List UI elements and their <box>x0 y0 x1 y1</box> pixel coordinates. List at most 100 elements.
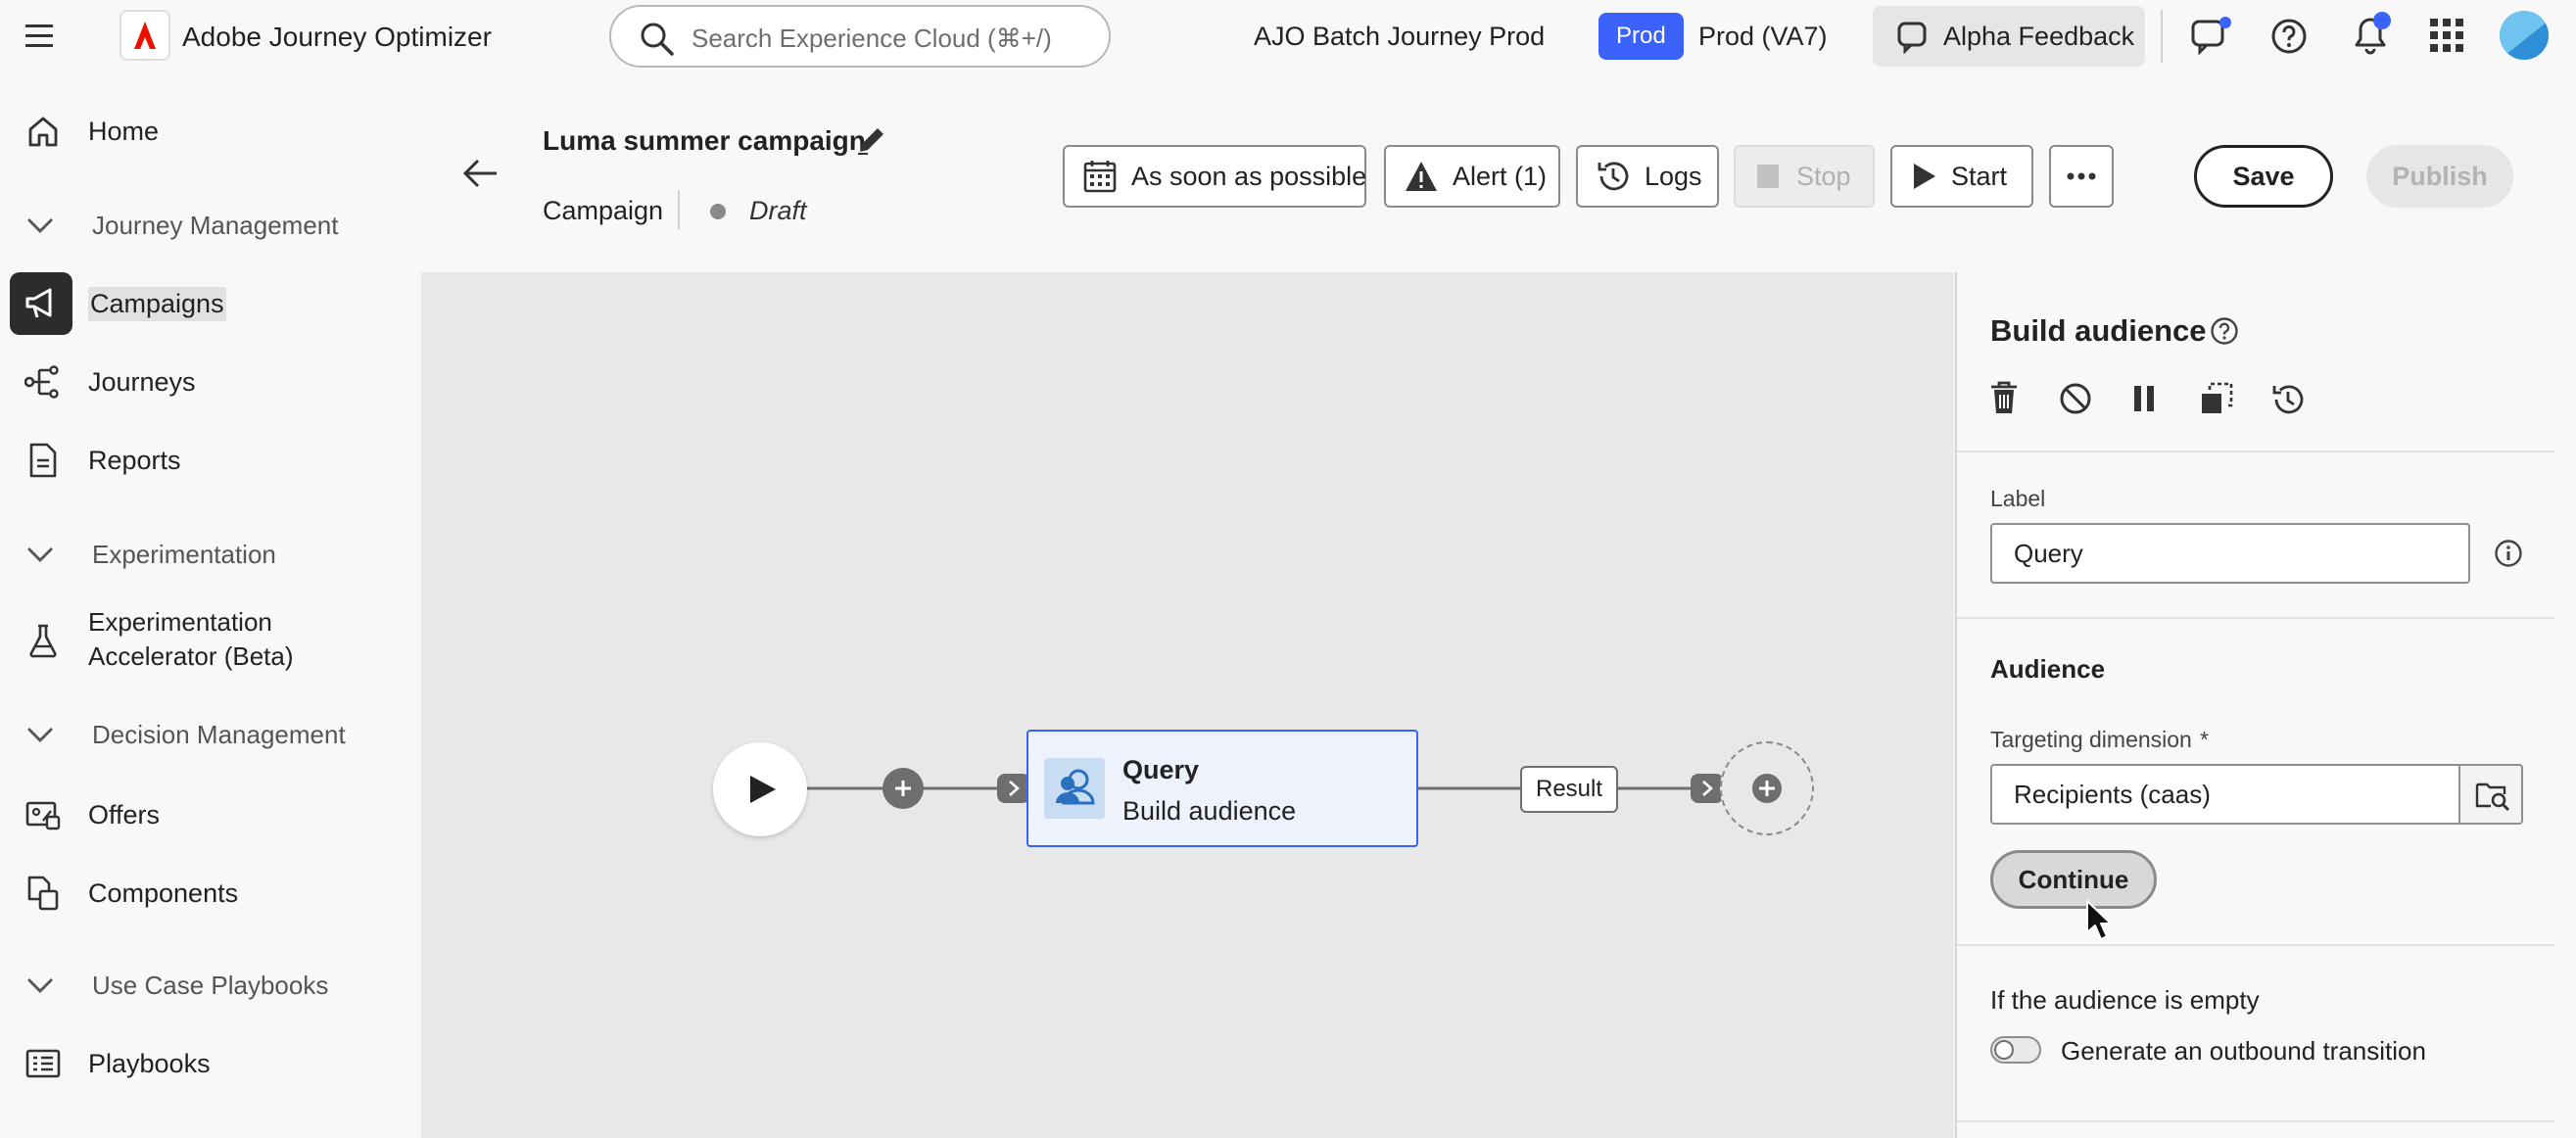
top-bar: Adobe Journey Optimizer Search Experienc… <box>0 0 2576 74</box>
env-badge: Prod <box>1598 13 1684 60</box>
nav-group-label-use-case-playbooks: Use Case Playbooks <box>92 970 329 1000</box>
notifications-bell-icon[interactable] <box>2349 10 2392 57</box>
query-activity-node[interactable]: Query Build audience <box>1026 730 1418 847</box>
nav-label-components: Components <box>88 877 239 908</box>
chevron-right-icon <box>1700 780 1714 797</box>
nav-item-journeys[interactable]: Journeys <box>0 351 421 413</box>
result-transition-label[interactable]: Result <box>1520 766 1618 813</box>
nav-item-campaigns[interactable]: Campaigns <box>0 272 421 335</box>
nav-group-use-case-playbooks[interactable]: Use Case Playbooks <box>0 956 421 1015</box>
label-input[interactable]: Query <box>1990 523 2470 584</box>
nav-label-journeys: Journeys <box>88 366 196 397</box>
nav-label-playbooks: Playbooks <box>88 1048 211 1078</box>
outbound-transition-toggle[interactable] <box>1990 1036 2041 1064</box>
continue-button[interactable]: Continue <box>1990 850 2157 909</box>
components-icon <box>22 872 65 915</box>
logs-button[interactable]: Logs <box>1576 145 1719 208</box>
header-divider <box>678 190 680 229</box>
outbound-transition-label: Generate an outbound transition <box>2061 1036 2426 1066</box>
app-name[interactable]: Adobe Journey Optimizer <box>182 22 492 53</box>
nav-item-components[interactable]: Components <box>0 862 421 925</box>
nav-group-experimentation[interactable]: Experimentation <box>0 525 421 584</box>
adobe-logo-icon[interactable] <box>119 10 170 61</box>
nav-label-reports: Reports <box>88 445 181 475</box>
folder-search-icon <box>2475 779 2510 812</box>
nav-item-playbooks[interactable]: Playbooks <box>0 1032 421 1095</box>
disable-icon[interactable] <box>2059 382 2092 415</box>
whats-new-icon[interactable] <box>2190 16 2233 55</box>
nav-item-home[interactable]: Home <box>0 100 421 163</box>
result-label: Result <box>1535 776 1603 802</box>
report-document-icon <box>22 439 65 482</box>
start-button[interactable]: Start <box>1890 145 2033 208</box>
campaign-header: Luma summer campaign Campaign Draft As s… <box>421 74 2552 270</box>
targeting-caption: Targeting dimension <box>1990 727 2192 752</box>
delete-trash-icon[interactable] <box>1988 380 2020 415</box>
targeting-dimension-field[interactable]: Recipients (caas) <box>1990 764 2460 825</box>
canvas-connectors <box>805 786 1720 790</box>
user-avatar[interactable] <box>2500 11 2549 60</box>
audience-users-icon <box>1044 758 1105 819</box>
logs-label: Logs <box>1645 161 1702 191</box>
more-actions-button[interactable] <box>2049 145 2114 208</box>
stop-button[interactable]: Stop <box>1734 145 1875 208</box>
org-name[interactable]: AJO Batch Journey Prod <box>1254 22 1545 52</box>
nav-group-decision-management[interactable]: Decision Management <box>0 705 421 764</box>
hamburger-menu-icon[interactable] <box>24 22 57 51</box>
nav-label-offers: Offers <box>88 799 161 830</box>
save-button[interactable]: Save <box>2194 145 2333 208</box>
empty-audience-heading: If the audience is empty <box>1990 985 2260 1015</box>
start-node[interactable] <box>713 742 807 836</box>
nav-item-reports[interactable]: Reports <box>0 429 421 492</box>
panel-title: Build audience <box>1990 313 2207 348</box>
select-targeting-dimension-button[interactable] <box>2458 764 2523 825</box>
nav-group-label-decision-management: Decision Management <box>92 719 346 749</box>
search-input[interactable]: Search Experience Cloud (⌘+/) <box>609 5 1111 68</box>
chevron-down-icon <box>25 725 55 744</box>
app-switcher-grid-icon[interactable] <box>2429 18 2464 53</box>
nav-item-offers[interactable]: Offers <box>0 783 421 846</box>
playbook-icon <box>22 1042 65 1085</box>
nav-label-campaigns: Campaigns <box>88 286 226 321</box>
chevron-down-icon <box>25 215 55 235</box>
chevron-down-icon <box>25 545 55 564</box>
help-icon[interactable] <box>2270 18 2308 55</box>
chevron-right-icon <box>1007 780 1021 797</box>
history-icon <box>1596 159 1631 194</box>
feedback-label: Alpha Feedback <box>1943 22 2135 51</box>
pause-icon[interactable] <box>2129 384 2159 413</box>
add-next-activity-placeholder[interactable] <box>1720 741 1814 835</box>
help-icon[interactable] <box>2210 316 2239 346</box>
nav-label-exp-line2: Accelerator (Beta) <box>88 641 294 671</box>
campaign-title: Luma summer campaign <box>543 125 866 156</box>
more-ellipsis-icon <box>2067 172 2096 180</box>
duplicate-icon[interactable] <box>2200 382 2233 415</box>
nav-group-journey-management[interactable]: Journey Management <box>0 196 421 255</box>
save-label: Save <box>2232 161 2295 191</box>
alert-button[interactable]: Alert (1) <box>1384 145 1560 208</box>
history-icon[interactable] <box>2270 382 2306 417</box>
chevron-down-icon <box>25 975 55 995</box>
nav-label-home: Home <box>88 116 160 146</box>
add-activity-button[interactable] <box>883 768 924 809</box>
campaign-type: Campaign <box>543 196 664 225</box>
offers-icon <box>22 793 65 836</box>
edit-pencil-icon[interactable] <box>854 122 889 158</box>
env-name[interactable]: Prod (VA7) <box>1698 22 1828 52</box>
plus-circle-icon <box>1751 773 1783 804</box>
continue-label: Continue <box>2018 864 2129 894</box>
back-arrow-icon[interactable] <box>460 157 500 190</box>
journey-flow-icon <box>22 360 65 403</box>
feedback-icon <box>1896 21 1930 54</box>
publish-label: Publish <box>2392 161 2488 191</box>
info-icon[interactable] <box>2494 539 2523 568</box>
play-icon <box>746 774 778 805</box>
panel-divider <box>1957 617 2554 619</box>
status-dot <box>710 204 726 219</box>
nav-item-experimentation-accelerator[interactable]: Experimentation Accelerator (Beta) <box>0 597 421 684</box>
alpha-feedback-button[interactable]: Alpha Feedback <box>1873 6 2145 67</box>
search-icon <box>639 21 676 58</box>
publish-button[interactable]: Publish <box>2366 145 2513 208</box>
schedule-button[interactable]: As soon as possible <box>1063 145 1366 208</box>
journey-canvas[interactable]: Query Build audience Result <box>421 272 1954 1138</box>
